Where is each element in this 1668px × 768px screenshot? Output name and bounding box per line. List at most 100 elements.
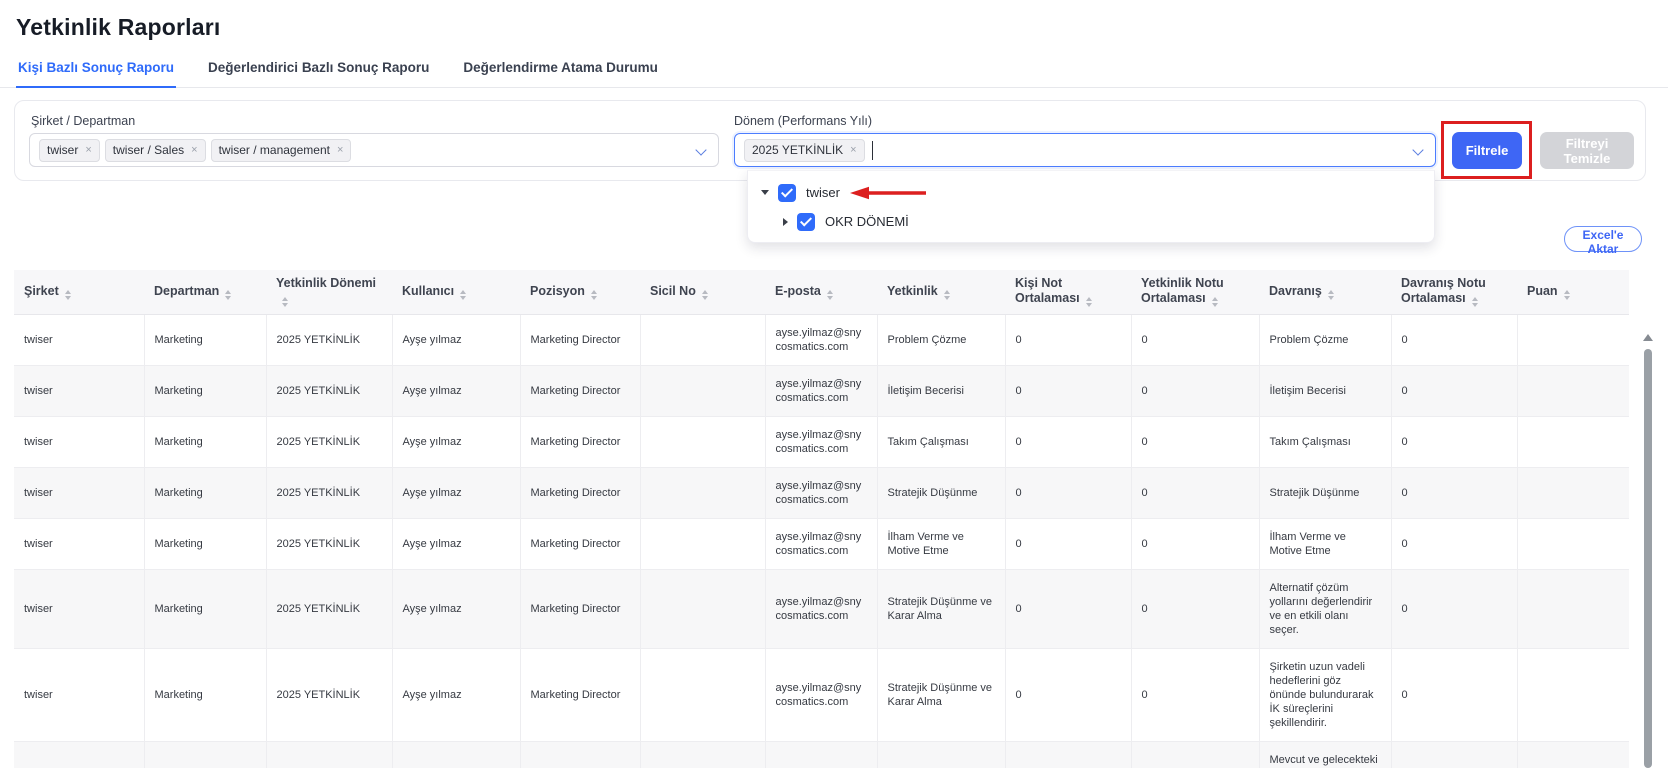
company-chip-label: twiser [47, 144, 78, 157]
cell [1517, 518, 1629, 569]
cell: 0 [1131, 467, 1259, 518]
sort-icon[interactable] [225, 290, 231, 300]
cell: Stratejik Düşünme ve Karar Alma [877, 648, 1005, 741]
chevron-down-icon[interactable] [695, 144, 706, 155]
sort-icon[interactable] [702, 290, 708, 300]
checked-checkbox[interactable] [797, 213, 815, 231]
cell: 0 [1005, 416, 1131, 467]
sort-icon[interactable] [1212, 297, 1218, 307]
cell [640, 648, 765, 741]
cell: 2025 YETKİNLİK [266, 314, 392, 365]
column-header-9[interactable]: Yetkinlik Notu Ortalaması [1131, 270, 1259, 314]
column-header-8[interactable]: Kişi Not Ortalaması [1005, 270, 1131, 314]
column-header-4[interactable]: Pozisyon [520, 270, 640, 314]
remove-chip-icon[interactable]: × [850, 144, 856, 157]
cell: 2025 YETKİNLİK [266, 416, 392, 467]
column-header-label: Sicil No [650, 284, 696, 298]
cell: 0 [1131, 365, 1259, 416]
tab-1[interactable]: Değerlendirici Bazlı Sonuç Raporu [206, 52, 431, 88]
scrollbar-up-arrow-icon[interactable] [1643, 334, 1653, 341]
cell: Marketing Director [520, 569, 640, 648]
column-header-11[interactable]: Davranış Notu Ortalaması [1391, 270, 1517, 314]
sort-icon[interactable] [282, 297, 288, 307]
column-header-12[interactable]: Puan [1517, 270, 1629, 314]
column-header-5[interactable]: Sicil No [640, 270, 765, 314]
cell [1517, 416, 1629, 467]
cell: 0 [1391, 518, 1517, 569]
sort-icon[interactable] [827, 290, 833, 300]
cell: 0 [1131, 518, 1259, 569]
sort-icon[interactable] [1328, 290, 1334, 300]
cell: Marketing [144, 365, 266, 416]
cell: 2025 YETKİNLİK [266, 569, 392, 648]
cell: Stratejik Düşünme ve Karar Alma [877, 741, 1005, 768]
tab-2[interactable]: Değerlendirme Atama Durumu [461, 52, 660, 88]
sort-icon[interactable] [1086, 297, 1092, 307]
column-header-label: Davranış [1269, 284, 1322, 298]
scrollbar-thumb[interactable] [1644, 349, 1652, 768]
company-chip-2: twiser / management × [211, 139, 352, 162]
column-header-2[interactable]: Yetkinlik Dönemi [266, 270, 392, 314]
period-dropdown-panel: twiser OKR DÖNEMİ [747, 170, 1435, 243]
column-header-10[interactable]: Davranış [1259, 270, 1391, 314]
column-header-7[interactable]: Yetkinlik [877, 270, 1005, 314]
filter-panel: Şirket / Departman twiser×twiser / Sales… [14, 100, 1646, 181]
remove-chip-icon[interactable]: × [337, 144, 343, 157]
chevron-down-icon[interactable] [1412, 144, 1423, 155]
column-header-label: Şirket [24, 284, 59, 298]
caret-down-icon[interactable] [761, 190, 769, 195]
sort-icon[interactable] [591, 290, 597, 300]
sort-icon[interactable] [65, 290, 71, 300]
cell: 0 [1005, 741, 1131, 768]
cell: 0 [1005, 314, 1131, 365]
period-select[interactable]: 2025 YETKİNLİK× [734, 133, 1436, 167]
annotation-arrow-icon [850, 186, 928, 200]
dropdown-option-0[interactable]: twiser [748, 178, 1434, 207]
sort-icon[interactable] [1472, 297, 1478, 307]
company-department-select[interactable]: twiser×twiser / Sales×twiser / managemen… [29, 133, 719, 167]
cell [1517, 467, 1629, 518]
cell: Stratejik Düşünme [877, 467, 1005, 518]
cell: twiser [14, 314, 144, 365]
cell: 0 [1391, 416, 1517, 467]
sort-icon[interactable] [944, 290, 950, 300]
column-header-6[interactable]: E-posta [765, 270, 877, 314]
table-row-0: twiserMarketing2025 YETKİNLİKAyşe yılmaz… [14, 314, 1629, 365]
sort-icon[interactable] [1564, 290, 1570, 300]
filter-button[interactable]: Filtrele [1452, 132, 1522, 169]
caret-right-icon[interactable] [783, 218, 788, 226]
cell: Marketing Director [520, 416, 640, 467]
cell: ayse.yilmaz@snycosmatics.com [765, 365, 877, 416]
cell [1517, 314, 1629, 365]
column-header-0[interactable]: Şirket [14, 270, 144, 314]
export-excel-button[interactable]: Excel'e Aktar [1564, 226, 1642, 252]
cell: Takım Çalışması [877, 416, 1005, 467]
remove-chip-icon[interactable]: × [191, 144, 197, 157]
cell [1517, 569, 1629, 648]
remove-chip-icon[interactable]: × [85, 144, 91, 157]
cell: İlham Verme ve Motive Etme [1259, 518, 1391, 569]
column-header-3[interactable]: Kullanıcı [392, 270, 520, 314]
cell: Marketing Director [520, 518, 640, 569]
cell: ayse.yilmaz@snycosmatics.com [765, 648, 877, 741]
cell [640, 741, 765, 768]
table-row-5: twiserMarketing2025 YETKİNLİKAyşe yılmaz… [14, 569, 1629, 648]
cell: Marketing [144, 741, 266, 768]
company-chip-label: twiser / management [219, 144, 330, 157]
column-header-label: Yetkinlik Dönemi [276, 276, 376, 290]
clear-filter-button[interactable]: Filtreyi Temizle [1540, 132, 1634, 169]
checked-checkbox[interactable] [778, 184, 796, 202]
dropdown-option-1[interactable]: OKR DÖNEMİ [748, 207, 1434, 236]
period-chip-0: 2025 YETKİNLİK× [744, 139, 865, 162]
cell: Marketing [144, 416, 266, 467]
cell: 0 [1131, 314, 1259, 365]
cell [1517, 741, 1629, 768]
cell: 0 [1005, 648, 1131, 741]
table-scrollbar[interactable] [1642, 316, 1654, 768]
column-header-1[interactable]: Departman [144, 270, 266, 314]
tab-0[interactable]: Kişi Bazlı Sonuç Raporu [16, 52, 176, 88]
cell [1517, 365, 1629, 416]
sort-icon[interactable] [460, 290, 466, 300]
cell: Marketing [144, 518, 266, 569]
dropdown-option-label: OKR DÖNEMİ [825, 214, 909, 229]
